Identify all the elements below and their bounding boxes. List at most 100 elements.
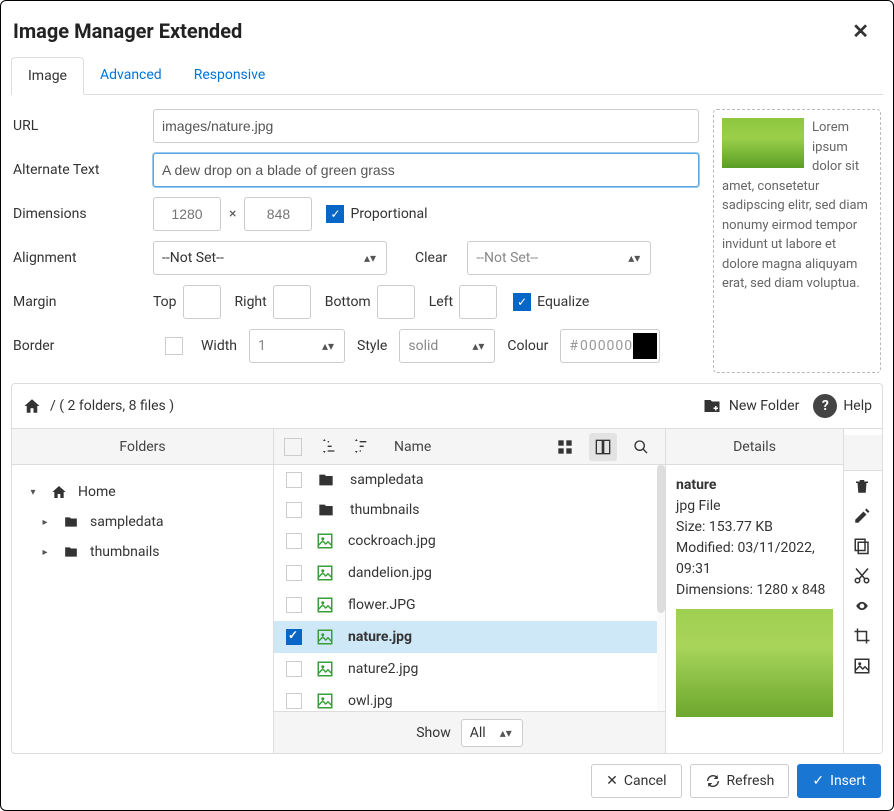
equalize-checkbox[interactable]: ✓ — [513, 293, 531, 311]
file-name: nature2.jpg — [348, 661, 418, 677]
image-icon[interactable] — [844, 651, 880, 681]
new-folder-icon — [701, 397, 723, 415]
border-style-label: Style — [357, 338, 387, 354]
file-row[interactable]: sampledata — [274, 465, 665, 495]
preview-pane: Lorem ipsum dolor sit amet, consetetur s… — [713, 109, 881, 373]
file-row[interactable]: dandelion.jpg — [274, 557, 665, 589]
dim-sep: × — [229, 206, 236, 222]
alignment-select[interactable]: --Not Set--▴▾ — [153, 241, 387, 275]
file-name: dandelion.jpg — [348, 565, 432, 581]
file-row[interactable]: flower.JPG — [274, 589, 665, 621]
columns-view-icon[interactable] — [589, 433, 617, 461]
grid-view-icon[interactable] — [551, 433, 579, 461]
url-input[interactable] — [153, 109, 699, 143]
image-file-icon — [316, 596, 334, 614]
file-checkbox[interactable] — [286, 661, 302, 677]
sort-desc-icon[interactable] — [352, 439, 370, 455]
file-checkbox[interactable] — [286, 597, 302, 613]
detail-dimensions: Dimensions: 1280 x 848 — [676, 580, 833, 601]
border-width-select[interactable]: 1▴▾ — [249, 329, 345, 363]
tree-item-label: thumbnails — [90, 544, 160, 560]
tree-item-sampledata[interactable]: ▸sampledata — [20, 507, 265, 537]
copy-icon[interactable] — [844, 531, 880, 561]
preview-image — [722, 118, 804, 168]
close-icon[interactable]: ✕ — [848, 19, 873, 43]
show-select[interactable]: All▴▾ — [461, 719, 523, 747]
tab-image[interactable]: Image — [11, 57, 84, 95]
home-icon — [50, 484, 68, 500]
scrollbar[interactable] — [657, 465, 665, 711]
height-input[interactable] — [244, 197, 312, 231]
width-input[interactable] — [153, 197, 221, 231]
alt-input[interactable] — [153, 153, 699, 187]
select-all-checkbox[interactable] — [284, 438, 302, 456]
sort-asc-icon[interactable] — [320, 439, 338, 455]
cut-icon[interactable] — [844, 561, 880, 591]
file-row[interactable]: thumbnails — [274, 495, 665, 525]
border-style-select[interactable]: solid▴▾ — [399, 329, 495, 363]
clear-label: Clear — [415, 250, 447, 266]
file-row[interactable]: cockroach.jpg — [274, 525, 665, 557]
proportional-label: Proportional — [350, 206, 427, 222]
colour-swatch[interactable] — [633, 333, 657, 359]
help-button[interactable]: ? Help — [813, 394, 872, 418]
image-file-icon — [316, 532, 334, 550]
border-width-label: Width — [201, 338, 237, 354]
insert-button[interactable]: ✓ Insert — [797, 764, 881, 798]
border-colour-input[interactable]: 000000 — [580, 338, 633, 354]
folder-icon — [316, 502, 336, 518]
file-row[interactable]: nature.jpg — [274, 621, 665, 653]
search-icon[interactable] — [627, 433, 655, 461]
file-checkbox[interactable] — [286, 502, 302, 518]
margin-left-input[interactable] — [459, 285, 497, 319]
margin-top-label: Top — [153, 294, 177, 310]
margin-bottom-input[interactable] — [377, 285, 415, 319]
margin-right-input[interactable] — [273, 285, 311, 319]
hash-label: # — [569, 338, 578, 354]
cancel-button[interactable]: ✕ Cancel — [591, 764, 681, 798]
crop-icon[interactable] — [844, 621, 880, 651]
margin-label: Margin — [13, 294, 153, 310]
clear-select[interactable]: --Not Set--▴▾ — [467, 241, 651, 275]
check-icon: ✓ — [812, 773, 824, 789]
proportional-checkbox[interactable]: ✓ — [326, 205, 344, 223]
file-checkbox[interactable] — [286, 533, 302, 549]
image-file-icon — [316, 660, 334, 678]
detail-modified: Modified: 03/11/2022, 09:31 — [676, 538, 833, 580]
edit-icon[interactable] — [844, 501, 880, 531]
delete-icon[interactable] — [844, 471, 880, 501]
refresh-button[interactable]: Refresh — [690, 764, 790, 798]
new-folder-button[interactable]: New Folder — [701, 397, 799, 415]
home-icon[interactable] — [22, 397, 42, 415]
tab-responsive[interactable]: Responsive — [178, 57, 282, 94]
file-name: owl.jpg — [348, 693, 393, 709]
border-enable-checkbox[interactable] — [165, 337, 183, 355]
tabs: Image Advanced Responsive — [11, 57, 883, 95]
file-row[interactable]: nature2.jpg — [274, 653, 665, 685]
margin-right-label: Right — [235, 294, 267, 310]
border-label: Border — [13, 338, 153, 354]
file-name: nature.jpg — [348, 629, 412, 645]
file-row[interactable]: owl.jpg — [274, 685, 665, 711]
detail-type: jpg File — [676, 496, 833, 517]
margin-bottom-label: Bottom — [325, 294, 371, 310]
file-checkbox[interactable] — [286, 565, 302, 581]
margin-top-input[interactable] — [183, 285, 221, 319]
name-column-label[interactable]: Name — [394, 439, 541, 455]
image-file-icon — [316, 692, 334, 710]
help-icon: ? — [813, 394, 837, 418]
url-label: URL — [13, 118, 153, 134]
file-checkbox[interactable] — [286, 693, 302, 709]
equalize-label: Equalize — [537, 294, 589, 310]
tree-item-home[interactable]: ▾Home — [20, 477, 265, 507]
folder-icon — [62, 515, 80, 529]
image-file-icon — [316, 564, 334, 582]
folders-header: Folders — [12, 429, 273, 465]
cancel-icon: ✕ — [606, 773, 618, 789]
margin-left-label: Left — [429, 294, 453, 310]
file-checkbox[interactable] — [286, 629, 302, 645]
tab-advanced[interactable]: Advanced — [84, 57, 178, 94]
file-checkbox[interactable] — [286, 472, 302, 488]
tree-item-thumbnails[interactable]: ▸thumbnails — [20, 537, 265, 567]
view-icon[interactable] — [844, 591, 880, 621]
